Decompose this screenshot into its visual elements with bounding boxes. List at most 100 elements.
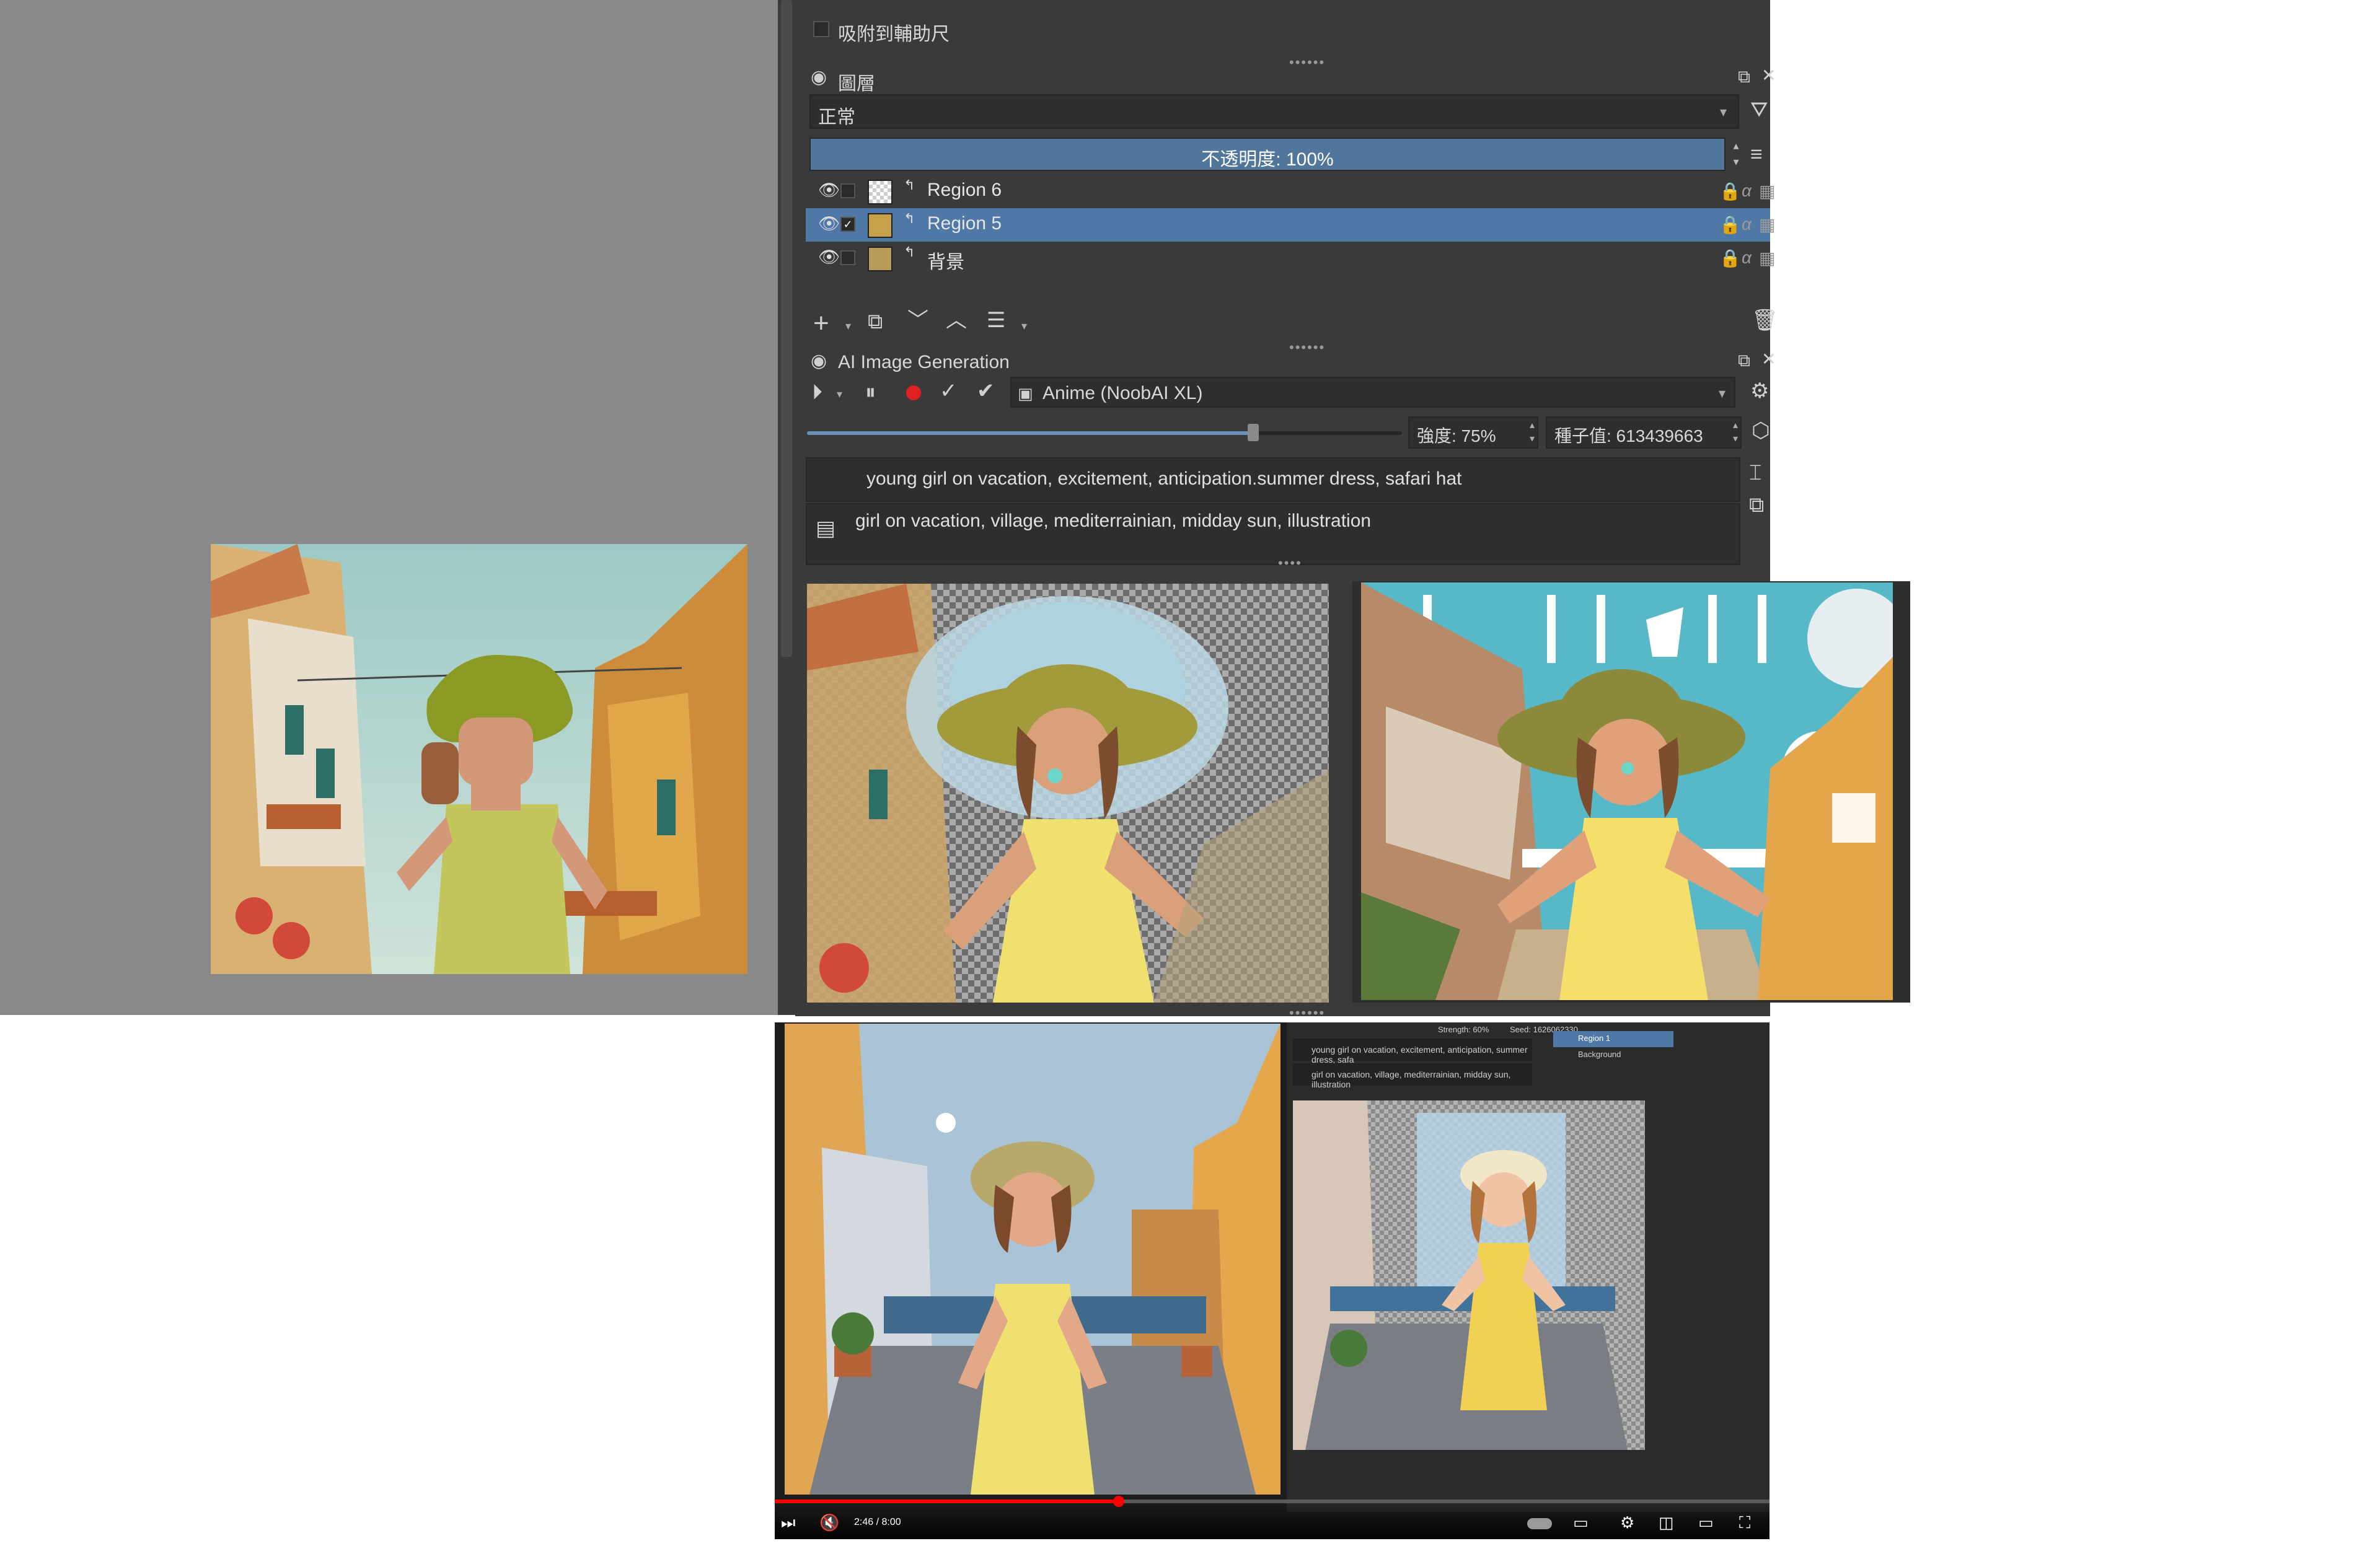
- layer-checkbox[interactable]: [840, 250, 855, 265]
- ai-panel-title: AI Image Generation: [838, 352, 1010, 372]
- seed-field[interactable]: 種子值: 613439663 ▴ ▾: [1546, 416, 1742, 449]
- add-layer-dropdown-icon[interactable]: ▾: [845, 320, 851, 333]
- layer-row[interactable]: 👁 ↰ 背景 🔒 α ▦: [806, 242, 1775, 275]
- history-image-2-art: [1361, 582, 1893, 1000]
- eye-icon[interactable]: 👁: [818, 247, 840, 267]
- inherit-alpha-icon[interactable]: ▦: [1759, 181, 1775, 201]
- video-inner-strength: Strength: 60%: [1438, 1025, 1489, 1034]
- strength-track[interactable]: [807, 424, 1402, 441]
- lock-layer-icon[interactable]: 🔒: [1719, 248, 1741, 268]
- duplicate-layer-icon[interactable]: ⧉: [868, 311, 883, 332]
- float-panel-icon[interactable]: ⧉: [1738, 68, 1750, 86]
- video-progress-fill: [775, 1500, 1119, 1503]
- ai-panel-lock-icon[interactable]: ◉: [811, 352, 827, 371]
- panel-splitter-3[interactable]: ••••••: [1289, 1005, 1325, 1021]
- settings-icon[interactable]: ⚙: [1750, 380, 1769, 402]
- random-seed-icon[interactable]: ⬡: [1752, 420, 1770, 441]
- history-image-1[interactable]: [807, 584, 1329, 1003]
- eye-icon[interactable]: 👁: [818, 180, 840, 200]
- positive-prompt-text: young girl on vacation, excitement, anti…: [866, 468, 1462, 489]
- inherit-alpha-icon[interactable]: ▦: [1759, 214, 1775, 235]
- video-player[interactable]: Strength: 60% Seed: 1626062330 young gir…: [775, 1022, 1770, 1539]
- clone-layer-icon: ↰: [904, 211, 915, 226]
- model-select[interactable]: ▣ Anime (NoobAI XL) ▾: [1010, 377, 1735, 408]
- blend-mode-value: 正常: [818, 107, 855, 128]
- lock-layer-icon[interactable]: 🔒: [1719, 181, 1741, 201]
- prompt-resize-handle[interactable]: ••••: [1278, 555, 1302, 571]
- layer-properties-dropdown-icon[interactable]: ▾: [1021, 320, 1027, 333]
- autoplay-toggle[interactable]: [1527, 1518, 1552, 1529]
- opacity-spinner[interactable]: ▴ ▾: [1728, 138, 1744, 171]
- blend-mode-select[interactable]: 正常 ▾: [809, 94, 1739, 129]
- text-prompt-icon[interactable]: ⌶: [1749, 462, 1761, 483]
- inherit-alpha-icon[interactable]: ▦: [1759, 248, 1775, 268]
- model-chevron-icon: ▾: [1718, 385, 1726, 401]
- move-layer-up-icon[interactable]: ︿: [946, 310, 967, 331]
- canvas-scroll-thumb[interactable]: [781, 0, 792, 657]
- video-canvas-frame: [785, 1024, 1280, 1495]
- snap-checkbox[interactable]: [813, 21, 829, 37]
- generate-dropdown-icon[interactable]: ▾: [837, 388, 842, 401]
- lock-icon[interactable]: ◉: [811, 68, 827, 87]
- layer-row[interactable]: 👁 ↰ Region 6 🔒 α ▦: [806, 175, 1775, 208]
- layer-checkbox[interactable]: [840, 183, 855, 198]
- clone-layer-icon: ↰: [904, 177, 915, 193]
- layer-row[interactable]: 👁 ✓ ↰ Region 5 🔒 α ▦: [806, 208, 1775, 242]
- panel-splitter[interactable]: ••••••: [1289, 55, 1325, 71]
- panel-splitter-2[interactable]: ••••••: [1289, 340, 1325, 356]
- style-prompt-icon[interactable]: ▤: [816, 518, 835, 539]
- video-inner-result-art: [1293, 1100, 1645, 1450]
- model-icon: ▣: [1018, 384, 1033, 403]
- history-image-1-art: [807, 584, 1329, 1003]
- strength-handle[interactable]: [1248, 424, 1259, 441]
- filter-icon[interactable]: ⛛: [1750, 99, 1768, 120]
- video-inner-result: [1293, 1100, 1645, 1450]
- move-layer-down-icon[interactable]: ﹀: [907, 310, 928, 331]
- opacity-label: 不透明度: 100%: [1201, 149, 1334, 170]
- video-inner-layer-2: Background: [1578, 1050, 1621, 1059]
- strength-field[interactable]: 強度: 75% ▴ ▾: [1408, 416, 1538, 449]
- mute-icon[interactable]: 🔇: [819, 1513, 839, 1532]
- seed-spinner-icon[interactable]: ▴ ▾: [1733, 419, 1738, 446]
- strength-spinner-icon[interactable]: ▴ ▾: [1530, 419, 1535, 446]
- delete-layer-icon[interactable]: 🗑: [1752, 310, 1778, 331]
- positive-prompt-input[interactable]: young girl on vacation, excitement, anti…: [806, 457, 1740, 502]
- ai-float-panel-icon[interactable]: ⧉: [1738, 352, 1750, 369]
- canvas-image[interactable]: [211, 544, 747, 974]
- apply-icon[interactable]: ✓: [940, 380, 958, 402]
- miniplayer-icon[interactable]: ◫: [1659, 1513, 1674, 1532]
- opacity-slider[interactable]: 不透明度: 100%: [809, 138, 1726, 171]
- menu-icon[interactable]: ≡: [1750, 144, 1763, 165]
- eye-icon[interactable]: 👁: [818, 213, 840, 234]
- alpha-lock-icon[interactable]: α: [1742, 181, 1752, 201]
- theater-mode-icon[interactable]: ▭: [1698, 1513, 1714, 1532]
- video-progress-track[interactable]: [775, 1496, 1770, 1507]
- layers-panel-title: 圖層: [838, 74, 875, 94]
- subtitles-icon[interactable]: ▭: [1573, 1513, 1589, 1532]
- close-panel-icon[interactable]: ✕: [1761, 67, 1776, 84]
- apply-region-icon[interactable]: ✔: [977, 380, 995, 402]
- fullscreen-icon[interactable]: ⛶: [1739, 1513, 1750, 1533]
- pause-icon[interactable]: ⏸: [865, 382, 876, 403]
- layer-properties-icon[interactable]: ☰: [987, 310, 1005, 331]
- video-progress-knob[interactable]: [1113, 1496, 1124, 1507]
- generate-icon[interactable]: ⏵: [812, 382, 822, 403]
- negative-prompt-text: girl on vacation, village, mediterrainia…: [855, 511, 1372, 531]
- next-video-icon[interactable]: ⏭: [781, 1513, 795, 1533]
- layer-name: Region 6: [927, 180, 1002, 200]
- settings-gear-icon[interactable]: ⚙: [1620, 1513, 1634, 1532]
- history-image-2[interactable]: [1361, 582, 1893, 1000]
- alpha-lock-icon[interactable]: α: [1742, 214, 1752, 234]
- clone-layer-icon: ↰: [904, 244, 915, 260]
- record-icon[interactable]: [906, 385, 921, 400]
- seed-label: 種子值: 613439663: [1554, 426, 1703, 446]
- ai-close-panel-icon[interactable]: ✕: [1761, 351, 1776, 368]
- negative-prompt-input[interactable]: ▤ girl on vacation, village, mediterrain…: [806, 503, 1740, 565]
- lock-layer-icon[interactable]: 🔒: [1719, 214, 1741, 235]
- layer-thumbnail: [868, 213, 892, 238]
- layer-name: 背景: [927, 252, 964, 273]
- layer-checkbox[interactable]: ✓: [840, 217, 855, 232]
- alpha-lock-icon[interactable]: α: [1742, 248, 1752, 268]
- region-icon[interactable]: ⧉: [1749, 494, 1764, 516]
- add-layer-icon[interactable]: +: [813, 310, 829, 337]
